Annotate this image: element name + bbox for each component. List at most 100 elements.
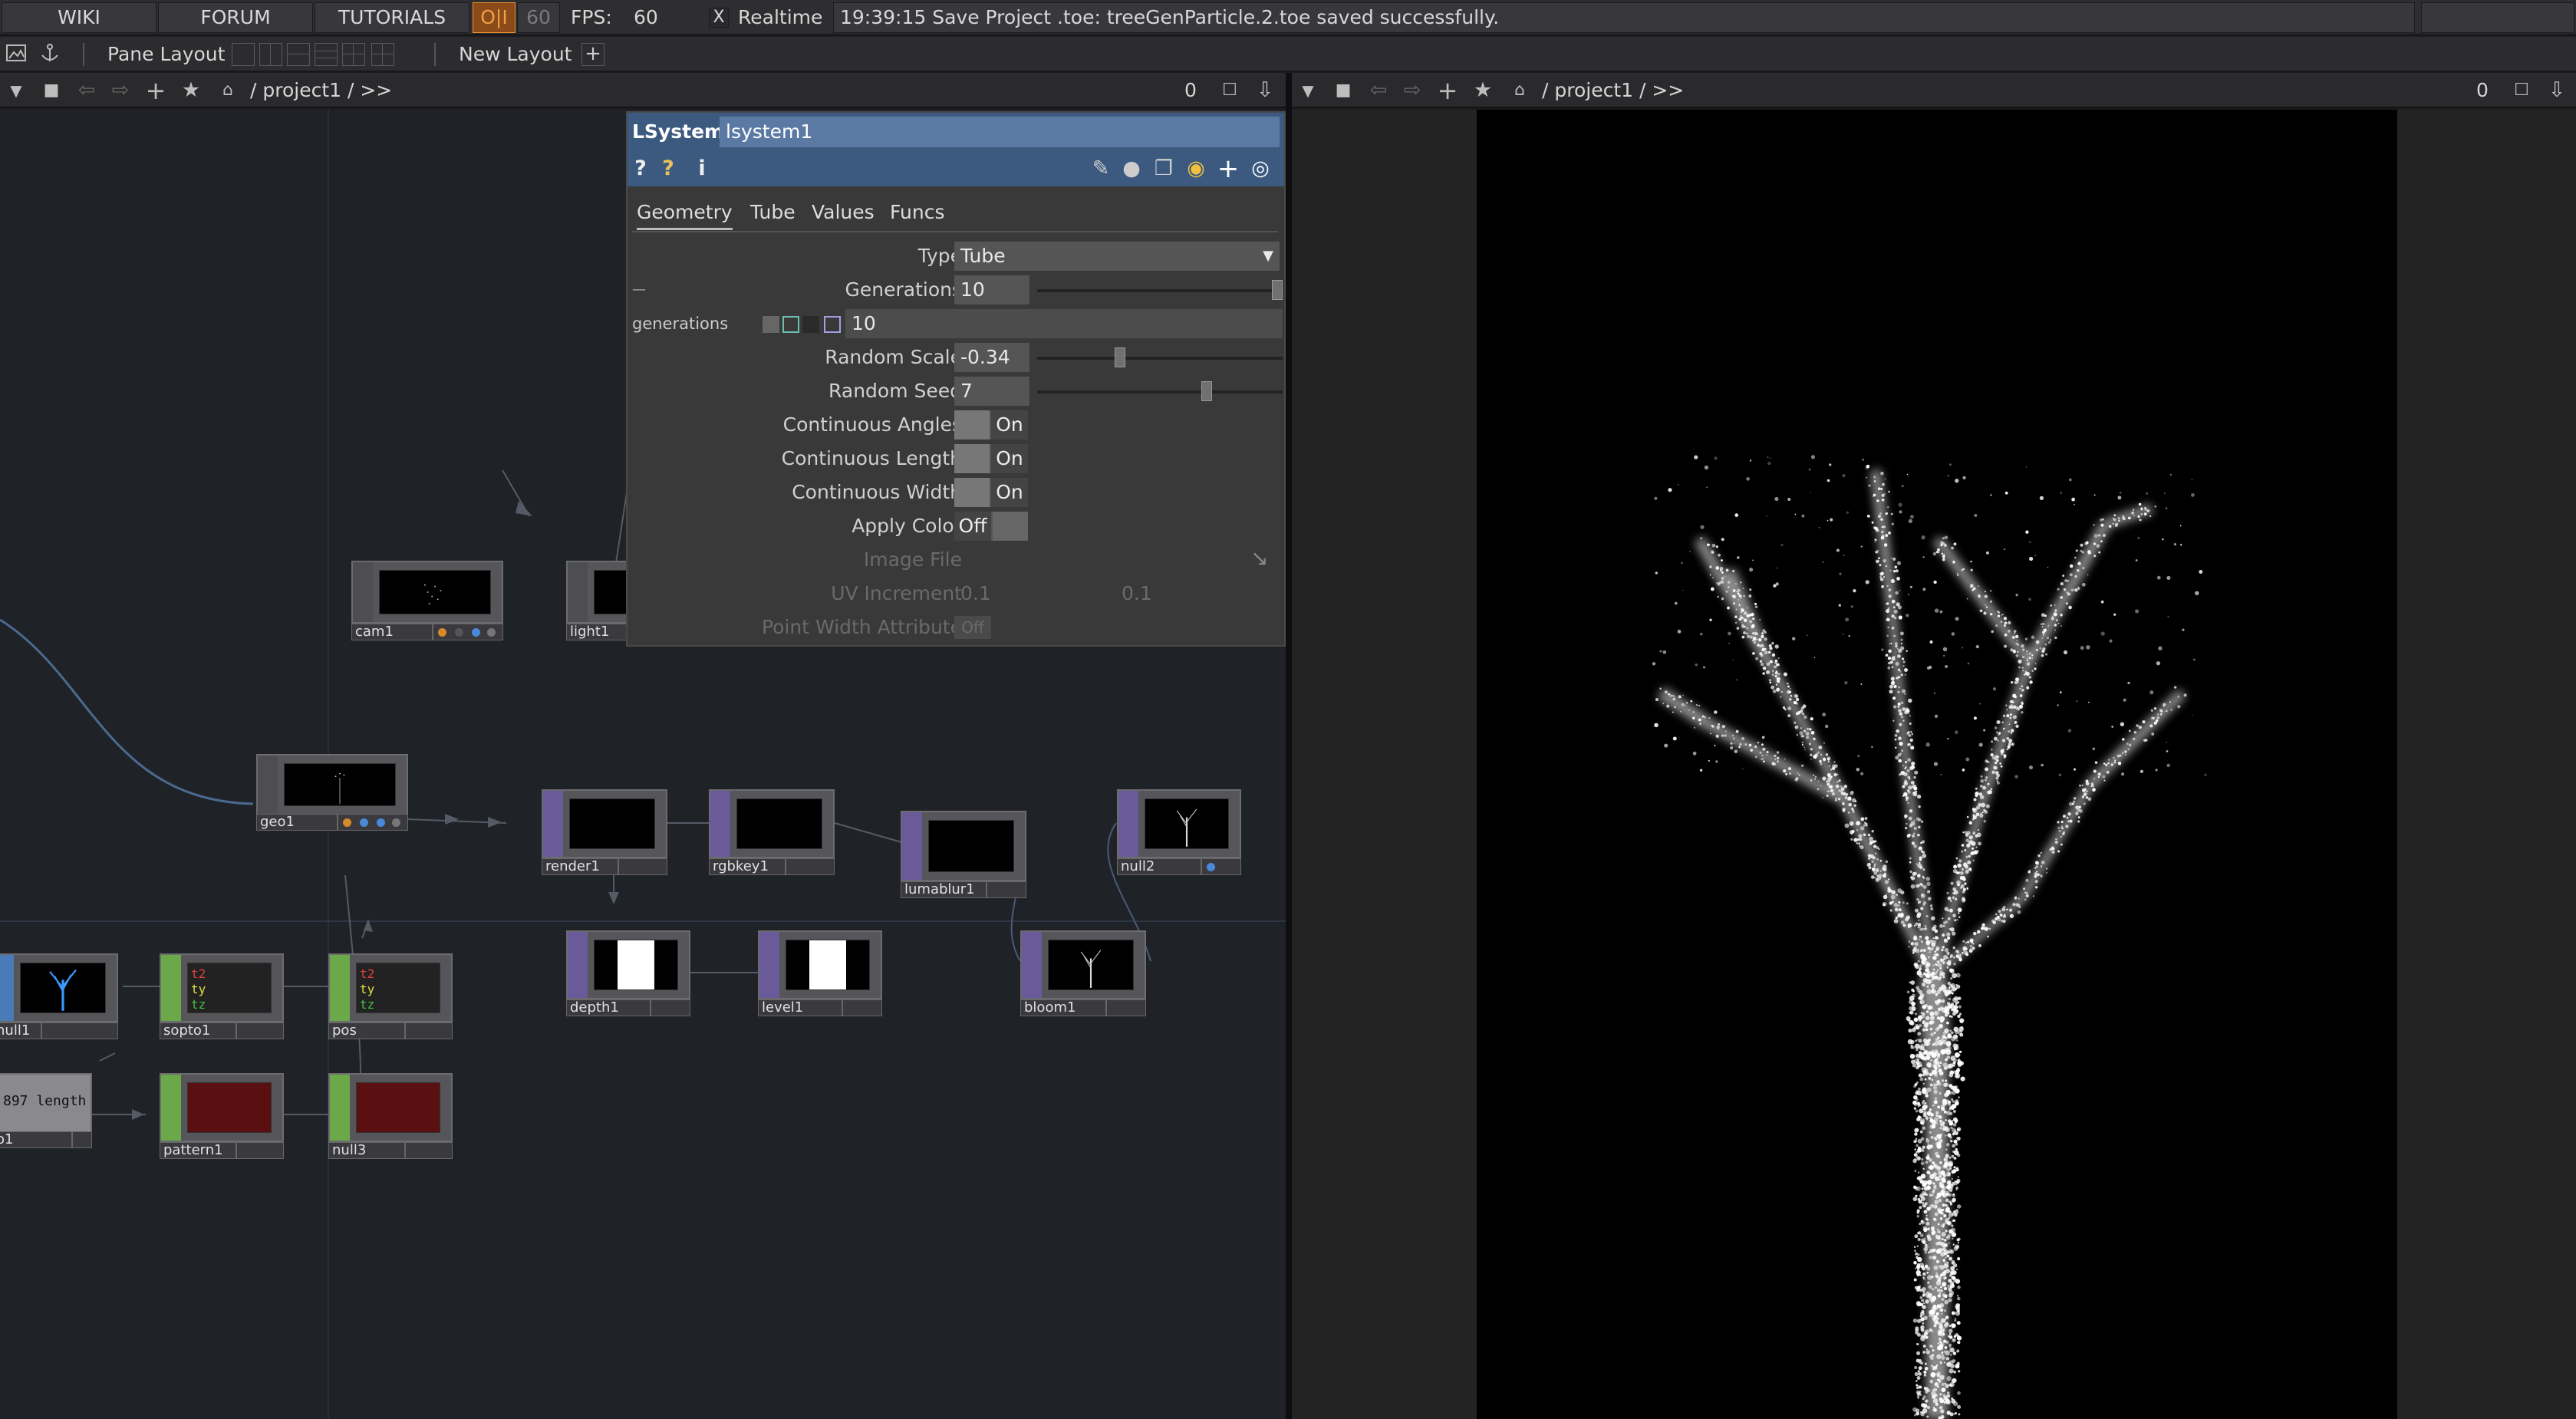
forum-button[interactable]: FORUM xyxy=(158,2,313,33)
node-depth1[interactable]: depth1 xyxy=(566,930,690,1016)
node-flags[interactable] xyxy=(651,999,690,1016)
pane-divider[interactable] xyxy=(1286,73,1292,1419)
random-seed-slider-track[interactable] xyxy=(1037,390,1283,393)
node-level1[interactable]: level1 xyxy=(758,930,882,1016)
layout-icon[interactable] xyxy=(3,41,29,67)
tab-tube[interactable]: Tube xyxy=(750,197,796,228)
maximize-icon[interactable]: ☐ xyxy=(2508,77,2535,104)
network-path[interactable]: / project1 / >> xyxy=(250,75,392,106)
node-flags[interactable] xyxy=(433,624,503,640)
mode-export-icon[interactable] xyxy=(802,316,819,333)
flag-dot[interactable] xyxy=(392,818,400,827)
stop-icon[interactable]: ■ xyxy=(38,77,64,104)
continuous-width-toggle[interactable]: On xyxy=(954,478,1028,507)
forward-arrow-icon[interactable]: ⇨ xyxy=(107,77,133,104)
node-null2[interactable]: null2 xyxy=(1117,789,1241,875)
back-arrow-icon[interactable]: ⇦ xyxy=(1365,77,1392,104)
layout-single-button[interactable] xyxy=(232,43,255,66)
home-icon[interactable]: ⌂ xyxy=(1507,77,1533,104)
node-flags[interactable] xyxy=(405,1142,453,1159)
node-flags[interactable] xyxy=(236,1142,284,1159)
node-geo1[interactable]: geo1 xyxy=(256,754,408,831)
node-sopto1[interactable]: t2 ty tz sopto1 xyxy=(160,953,284,1039)
realtime-checkbox[interactable]: X xyxy=(709,8,729,28)
clone-icon[interactable]: ❐ xyxy=(1151,156,1177,182)
pane-split-icon[interactable]: ⇩ xyxy=(2544,77,2570,104)
layout-quad-button[interactable] xyxy=(371,43,394,66)
home-icon[interactable]: ⌂ xyxy=(215,77,241,104)
node-flags[interactable] xyxy=(41,1022,118,1039)
node-render1[interactable]: render1 xyxy=(542,789,667,875)
node-flags[interactable] xyxy=(1106,999,1146,1016)
flag-dot[interactable] xyxy=(487,628,496,637)
oi-button[interactable]: O|I xyxy=(473,2,516,33)
stop-icon[interactable]: ■ xyxy=(1330,77,1356,104)
random-scale-slider-handle[interactable] xyxy=(1114,347,1125,367)
layout-grid-button[interactable] xyxy=(342,43,365,66)
comment-icon[interactable]: ● xyxy=(1118,156,1145,182)
pane-menu-icon[interactable]: ▼ xyxy=(1295,77,1321,104)
node-flags[interactable] xyxy=(405,1022,453,1039)
apply-color-toggle[interactable]: Off xyxy=(954,512,1028,541)
random-seed-slider-handle[interactable] xyxy=(1201,381,1213,401)
generations-slider-handle[interactable] xyxy=(1272,280,1283,300)
node-flags[interactable] xyxy=(72,1131,92,1148)
node-flags[interactable] xyxy=(618,858,667,875)
node-null1[interactable]: null1 xyxy=(0,953,118,1039)
node-lumablur1[interactable]: lumablur1 xyxy=(901,811,1026,898)
viewer-pane[interactable] xyxy=(1292,110,2576,1419)
flag-dot[interactable] xyxy=(377,818,385,827)
random-scale-slider-track[interactable] xyxy=(1037,357,1283,360)
node-null3[interactable]: null3 xyxy=(328,1073,453,1159)
node-pos[interactable]: t2 ty tz pos xyxy=(328,953,453,1039)
node-flags[interactable] xyxy=(987,881,1026,898)
file-browse-icon[interactable]: ↘ xyxy=(1250,545,1278,573)
continuous-angles-toggle[interactable]: On xyxy=(954,410,1028,440)
tab-funcs[interactable]: Funcs xyxy=(890,197,944,228)
generations-slider-track[interactable] xyxy=(1037,289,1283,292)
generations-field[interactable]: 10 xyxy=(954,275,1029,305)
python-icon[interactable]: ◉ xyxy=(1183,156,1209,182)
node-bloom1[interactable]: bloom1 xyxy=(1020,930,1146,1016)
star-icon[interactable]: ★ xyxy=(178,77,204,104)
anchor-icon[interactable] xyxy=(37,41,63,67)
help-icon[interactable]: ? xyxy=(628,156,654,182)
pane-menu-icon[interactable]: ▼ xyxy=(3,77,29,104)
star-icon[interactable]: ★ xyxy=(1470,77,1496,104)
top-right-field[interactable] xyxy=(2421,2,2574,33)
layout-three-button[interactable] xyxy=(315,43,338,66)
op-name-field[interactable]: lsystem1 xyxy=(720,117,1280,147)
flag-dot[interactable] xyxy=(1207,863,1215,871)
node-flags[interactable] xyxy=(236,1022,284,1039)
back-arrow-icon[interactable]: ⇦ xyxy=(74,77,100,104)
flag-dot[interactable] xyxy=(343,818,351,827)
node-flags[interactable] xyxy=(786,858,835,875)
add-icon[interactable]: + xyxy=(143,77,169,104)
wiki-button[interactable]: WIKI xyxy=(2,2,156,33)
add-layout-button[interactable]: + xyxy=(581,43,604,66)
random-scale-field[interactable]: -0.34 xyxy=(954,343,1029,372)
add-icon[interactable]: + xyxy=(1435,77,1461,104)
node-rgbkey1[interactable]: rgbkey1 xyxy=(709,789,835,875)
flag-dot[interactable] xyxy=(472,628,480,637)
type-dropdown[interactable]: Tube ▼ xyxy=(954,242,1280,271)
render-preview[interactable] xyxy=(1477,110,2397,1419)
tab-geometry[interactable]: Geometry xyxy=(637,197,733,230)
node-flags[interactable] xyxy=(1201,858,1241,875)
layout-split-v-button[interactable] xyxy=(259,43,282,66)
viewer-path[interactable]: / project1 / >> xyxy=(1542,75,1684,106)
tab-values[interactable]: Values xyxy=(812,197,875,228)
edit-icon[interactable]: ✎ xyxy=(1088,156,1114,182)
target-icon[interactable]: ◎ xyxy=(1247,156,1273,182)
fps-cap-button[interactable]: 60 xyxy=(517,2,560,33)
forward-arrow-icon[interactable]: ⇨ xyxy=(1399,77,1425,104)
generations-expr-field[interactable]: 10 xyxy=(845,309,1283,338)
python-help-icon[interactable]: ? xyxy=(655,156,681,182)
node-flags[interactable] xyxy=(842,999,882,1016)
continuous-length-toggle[interactable]: On xyxy=(954,444,1028,473)
point-width-toggle[interactable]: Off xyxy=(954,616,991,639)
node-flags[interactable] xyxy=(338,814,408,831)
info-icon[interactable]: i xyxy=(689,156,715,182)
layout-split-h-button[interactable] xyxy=(287,43,310,66)
random-seed-field[interactable]: 7 xyxy=(954,377,1029,406)
